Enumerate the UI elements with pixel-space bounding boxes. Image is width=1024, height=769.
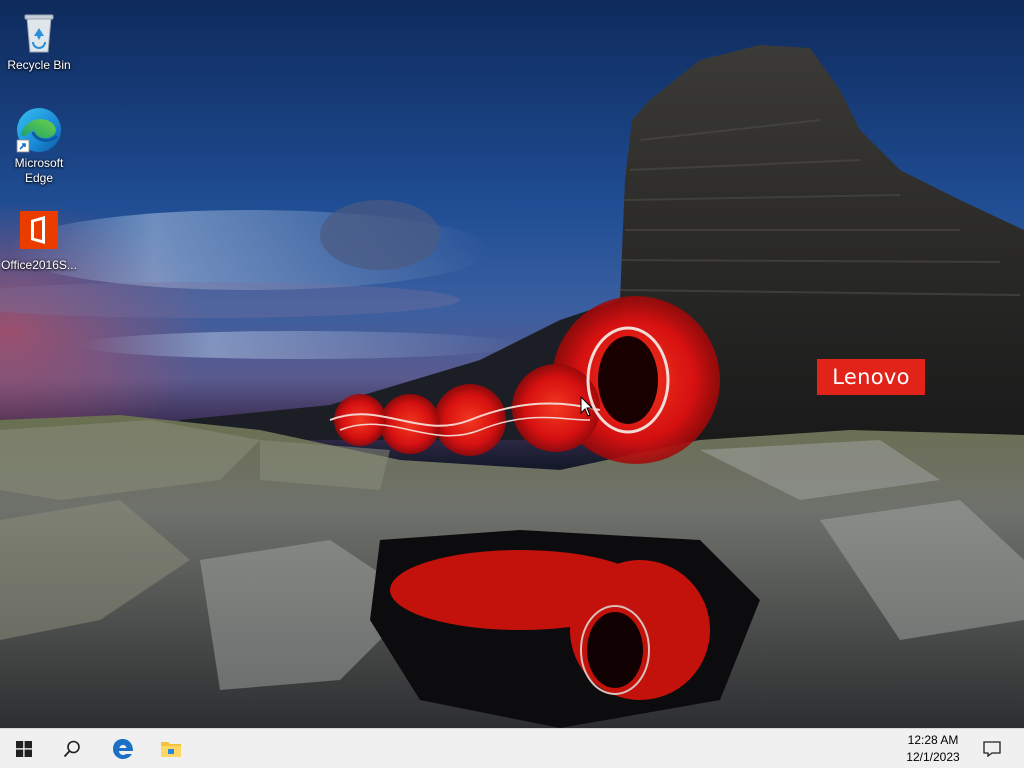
edge-icon [113, 739, 133, 759]
lenovo-logo: Lenovo [817, 359, 925, 395]
office2016-shortcut[interactable]: Office2016S... [1, 208, 77, 273]
microsoft-edge-label: Microsoft Edge [14, 156, 64, 185]
start-button[interactable] [0, 729, 48, 769]
file-explorer-icon [161, 742, 181, 757]
taskbar-file-explorer-button[interactable] [147, 729, 195, 769]
clock-date: 12/1/2023 [906, 750, 960, 764]
desktop[interactable]: Lenovo Recycle Bin Microsoft Edge Office… [0, 0, 1024, 728]
search-icon [63, 740, 80, 758]
recycle-bin-shortcut[interactable]: Recycle Bin [1, 8, 77, 73]
edge-icon [15, 106, 63, 154]
mouse-pointer-icon [580, 396, 594, 417]
action-center-button[interactable] [968, 729, 1016, 769]
windows-logo-icon [16, 741, 32, 757]
taskbar[interactable]: 12:28 AM 12/1/2023 [0, 728, 1024, 768]
taskbar-edge-button[interactable] [99, 729, 147, 769]
recycle-bin-label: Recycle Bin [7, 58, 71, 72]
office-icon [15, 208, 63, 256]
microsoft-edge-shortcut[interactable]: Microsoft Edge [1, 106, 77, 186]
clock-time: 12:28 AM [907, 733, 959, 747]
taskbar-clock[interactable]: 12:28 AM 12/1/2023 [898, 731, 968, 768]
action-center-icon [983, 741, 1001, 757]
office2016-label: Office2016S... [1, 258, 77, 272]
recycle-bin-icon [15, 8, 63, 56]
search-button[interactable] [48, 729, 96, 769]
